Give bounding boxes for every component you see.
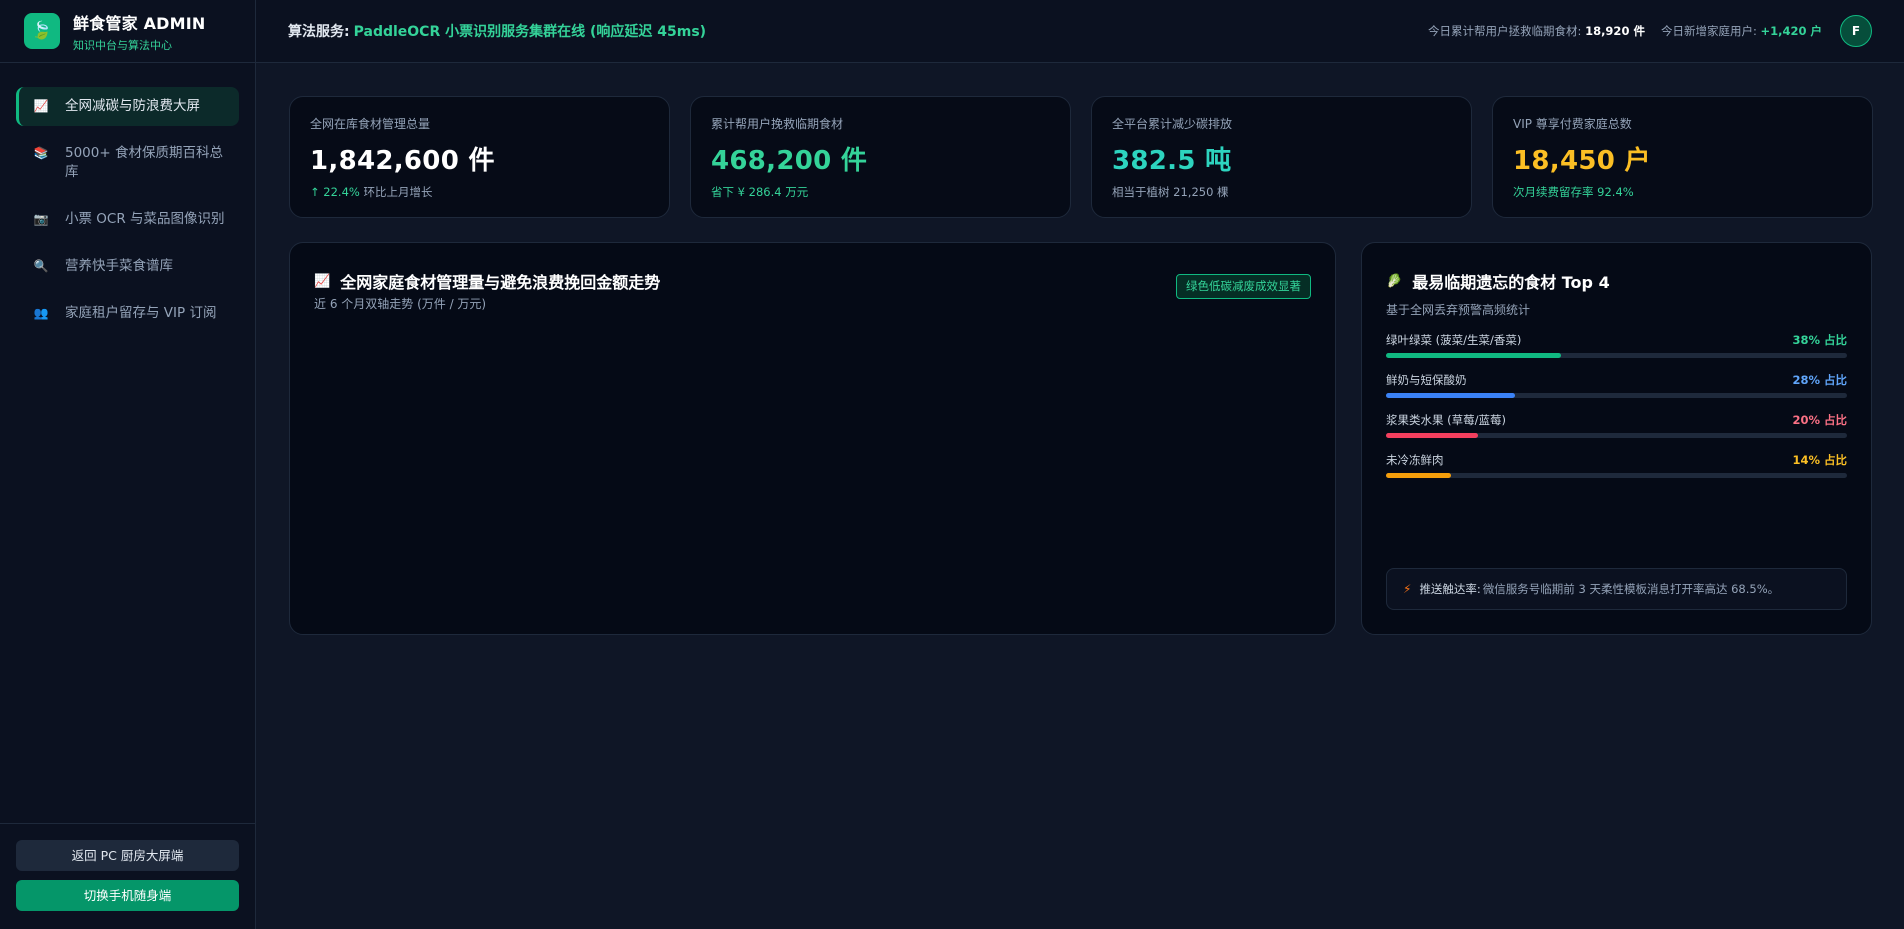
users-icon: 👥 xyxy=(33,306,49,320)
rescued-today-stat: 今日累计帮用户拯救临期食材: 18,920 件 xyxy=(1428,23,1645,39)
lightning-icon: ⚡ xyxy=(1403,582,1412,596)
kpi-card-inventory: 全网在库食材管理总量 1,842,600 件 ↑ 22.4% 环比上月增长 xyxy=(289,96,670,218)
avatar[interactable]: F xyxy=(1840,15,1872,47)
kpi-value: 1,842,600 件 xyxy=(310,146,495,176)
kpi-label: 全平台累计减少碳排放 xyxy=(1112,117,1233,131)
sidebar-item-label: 家庭租户留存与 VIP 订阅 xyxy=(65,305,217,321)
food-name: 未冷冻鲜肉 xyxy=(1386,453,1444,467)
list-item: 浆果类水果 (草莓/蓝莓) 20% 占比 xyxy=(1386,412,1847,438)
status-badge: 绿色低碳减废成效显著 xyxy=(1176,274,1311,299)
food-share: 28% 占比 xyxy=(1792,373,1847,387)
food-name: 鲜奶与短保酸奶 xyxy=(1386,373,1467,387)
food-share: 14% 占比 xyxy=(1792,453,1847,467)
kpi-label: 全网在库食材管理总量 xyxy=(310,117,431,131)
new-families-value: +1,420 户 xyxy=(1760,24,1822,38)
sidebar-item-label: 营养快手菜食谱库 xyxy=(65,258,173,274)
chart-up-icon: 📈 xyxy=(314,273,331,289)
top-expiring-panel: 🥬 最易临期遗忘的食材 Top 4 基于全网丢弃预警高频统计 绿叶绿菜 (菠菜/… xyxy=(1361,242,1872,635)
brand-title: 鲜食管家 ADMIN xyxy=(73,13,206,33)
progress-fill xyxy=(1386,473,1451,478)
kpi-value: 468,200 件 xyxy=(711,146,868,176)
push-notice-label: 推送触达率: xyxy=(1419,582,1481,596)
list-item: 绿叶绿菜 (菠菜/生菜/香菜) 38% 占比 xyxy=(1386,332,1847,358)
brand: 🍃 鲜食管家 ADMIN 知识中台与算法中心 xyxy=(0,0,255,63)
trend-chart-area xyxy=(314,319,1311,614)
rescued-today-label: 今日累计帮用户拯救临期食材: xyxy=(1428,24,1582,38)
sidebar-item-ocr[interactable]: 📷 小票 OCR 与菜品图像识别 xyxy=(16,200,239,239)
list-item: 未冷冻鲜肉 14% 占比 xyxy=(1386,452,1847,478)
kpi-sub: 相当于植树 21,250 棵 xyxy=(1112,185,1229,199)
push-notice-text: 微信服务号临期前 3 天柔性模板消息打开率高达 68.5%。 xyxy=(1482,582,1780,596)
top-header: 算法服务: PaddleOCR 小票识别服务集群在线 (响应延迟 45ms) 今… xyxy=(256,0,1904,63)
trend-panel-subtitle: 近 6 个月双轴走势 (万件 / 万元) xyxy=(314,297,487,311)
sidebar-footer: 返回 PC 厨房大屏端 切换手机随身端 xyxy=(0,823,256,929)
chart-up-icon: 📈 xyxy=(33,99,49,113)
books-icon: 📚 xyxy=(33,146,49,160)
food-share: 38% 占比 xyxy=(1792,333,1847,347)
brand-subtitle: 知识中台与算法中心 xyxy=(73,38,172,52)
new-families-stat: 今日新增家庭用户: +1,420 户 xyxy=(1661,23,1822,39)
sidebar-item-vip[interactable]: 👥 家庭租户留存与 VIP 订阅 xyxy=(16,294,239,333)
food-name: 浆果类水果 (草莓/蓝莓) xyxy=(1386,413,1507,427)
kpi-sub: 省下 ¥ 286.4 万元 xyxy=(711,185,809,199)
sidebar-item-dashboard[interactable]: 📈 全网减碳与防浪费大屏 xyxy=(16,87,239,126)
kpi-label: VIP 尊享付费家庭总数 xyxy=(1513,117,1632,131)
kpi-value: 18,450 户 xyxy=(1513,146,1651,176)
magnifier-icon: 🔍 xyxy=(33,259,49,273)
sidebar-item-shelf-life-library[interactable]: 📚 5000+ 食材保质期百科总库 xyxy=(16,134,239,192)
service-status: PaddleOCR 小票识别服务集群在线 (响应延迟 45ms) xyxy=(353,24,707,40)
top-panel-title: 最易临期遗忘的食材 Top 4 xyxy=(1412,273,1610,292)
leaf-icon: 🍃 xyxy=(24,13,60,49)
sidebar-item-label: 5000+ 食材保质期百科总库 xyxy=(65,145,223,180)
progress-track xyxy=(1386,393,1847,398)
top-panel-subtitle: 基于全网丢弃预警高频统计 xyxy=(1386,303,1531,317)
progress-fill xyxy=(1386,353,1562,358)
expiring-food-list: 绿叶绿菜 (菠菜/生菜/香菜) 38% 占比鲜奶与短保酸奶 28% 占比浆果类水果 … xyxy=(1386,332,1847,478)
sidebar-item-recipes[interactable]: 🔍 营养快手菜食谱库 xyxy=(16,247,239,286)
service-label: 算法服务: xyxy=(288,24,350,40)
kpi-growth-rate: ↑ 22.4% xyxy=(310,185,360,199)
kpi-sub: 次月续费留存率 92.4% xyxy=(1513,185,1634,199)
camera-icon: 📷 xyxy=(33,212,49,226)
sidebar-item-label: 小票 OCR 与菜品图像识别 xyxy=(65,211,225,227)
kpi-card-carbon: 全平台累计减少碳排放 382.5 吨 相当于植树 21,250 棵 xyxy=(1091,96,1472,218)
progress-track xyxy=(1386,353,1847,358)
leaf-icon: 🥬 xyxy=(1386,273,1403,289)
sidebar: 🍃 鲜食管家 ADMIN 知识中台与算法中心 📈 全网减碳与防浪费大屏 📚 50… xyxy=(0,0,256,929)
kpi-value: 382.5 吨 xyxy=(1112,146,1232,176)
back-to-pc-button[interactable]: 返回 PC 厨房大屏端 xyxy=(16,840,239,871)
switch-mobile-button[interactable]: 切换手机随身端 xyxy=(16,880,239,911)
progress-fill xyxy=(1386,393,1516,398)
sidebar-nav: 📈 全网减碳与防浪费大屏 📚 5000+ 食材保质期百科总库 📷 小票 OCR … xyxy=(0,63,255,333)
new-families-label: 今日新增家庭用户: xyxy=(1660,24,1757,38)
push-notice: ⚡ 推送触达率: 微信服务号临期前 3 天柔性模板消息打开率高达 68.5%。 xyxy=(1386,568,1847,610)
progress-fill xyxy=(1386,433,1479,438)
list-item: 鲜奶与短保酸奶 28% 占比 xyxy=(1386,372,1847,398)
kpi-sub: 环比上月增长 xyxy=(363,185,433,199)
kpi-label: 累计帮用户挽救临期食材 xyxy=(711,117,844,131)
food-share: 20% 占比 xyxy=(1792,413,1847,427)
kpi-card-rescued: 累计帮用户挽救临期食材 468,200 件 省下 ¥ 286.4 万元 xyxy=(690,96,1071,218)
progress-track xyxy=(1386,433,1847,438)
food-name: 绿叶绿菜 (菠菜/生菜/香菜) xyxy=(1386,333,1522,347)
rescued-today-value: 18,920 件 xyxy=(1585,24,1645,38)
trend-panel-title: 全网家庭食材管理量与避免浪费挽回金额走势 xyxy=(340,273,661,292)
sidebar-item-label: 全网减碳与防浪费大屏 xyxy=(65,98,200,114)
progress-track xyxy=(1386,473,1847,478)
kpi-card-vip: VIP 尊享付费家庭总数 18,450 户 次月续费留存率 92.4% xyxy=(1492,96,1873,218)
trend-panel: 📈 全网家庭食材管理量与避免浪费挽回金额走势 近 6 个月双轴走势 (万件 / … xyxy=(289,242,1336,635)
